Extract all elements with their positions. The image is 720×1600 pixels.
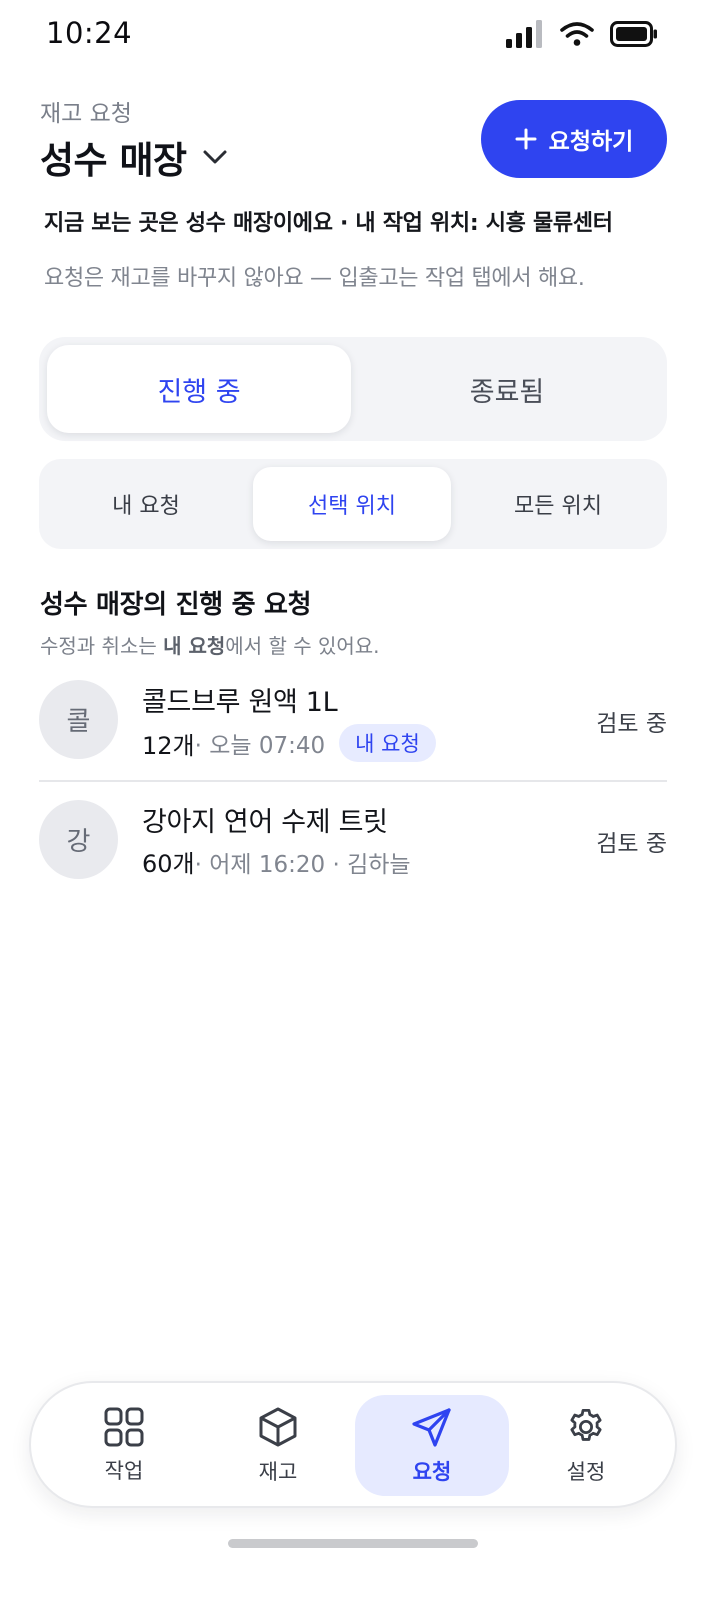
item-quantity: 12개 xyxy=(142,731,195,760)
plus-icon xyxy=(515,128,537,150)
hint-line: 요청은 재고를 바꾸지 않아요 — 입출고는 작업 탭에서 해요. xyxy=(44,266,585,291)
section-note-suffix: 에서 할 수 있어요. xyxy=(225,634,380,658)
item-name: 콜드브루 원액 1L xyxy=(142,687,338,718)
nav-item-work[interactable]: 작업 xyxy=(47,1395,201,1496)
tab-in-progress[interactable]: 진행 중 xyxy=(47,345,351,433)
page-title: 성수 매장 xyxy=(40,139,187,182)
section-title: 성수 매장의 진행 중 요청 xyxy=(40,590,312,620)
location-selector[interactable]: 성수 매장 xyxy=(40,130,229,184)
tab-all-locations[interactable]: 모든 위치 xyxy=(459,467,657,541)
item-meta: 12개 · 오늘 07:40 내 요청 xyxy=(142,724,436,762)
nav-item-settings[interactable]: 설정 xyxy=(509,1395,663,1496)
header-subtitle: 재고 요청 xyxy=(40,101,132,127)
chevron-down-icon xyxy=(203,150,227,164)
new-request-label: 요청하기 xyxy=(548,129,634,155)
item-quantity: 60개 xyxy=(142,850,195,878)
nav-label: 작업 xyxy=(104,1458,144,1483)
nav-item-requests[interactable]: 요청 xyxy=(355,1395,509,1496)
status-label: 검토 중 xyxy=(596,831,667,857)
list-item[interactable]: 콜 콜드브루 원액 1L 12개 · 오늘 07:40 내 요청 검토 중 xyxy=(39,670,667,770)
section-note: 수정과 취소는 내 요청에서 할 수 있어요. xyxy=(40,630,380,659)
list-item[interactable]: 강 강아지 연어 수제 트릿 60개 · 어제 16:20 · 김하늘 검토 중 xyxy=(39,790,667,890)
nav-label: 설정 xyxy=(566,1459,606,1484)
gear-icon xyxy=(570,1408,602,1441)
wifi-icon xyxy=(560,22,594,46)
clock: 10:24 xyxy=(46,16,133,50)
item-time: · 오늘 07:40 xyxy=(194,733,326,759)
avatar: 강 xyxy=(39,800,118,879)
scope-segmented-control: 내 요청 선택 위치 모든 위치 xyxy=(39,459,667,549)
bottom-nav: 작업 재고 요청 설정 xyxy=(29,1381,677,1508)
box-icon xyxy=(259,1407,297,1446)
home-indicator xyxy=(228,1539,478,1548)
section-note-bold: 내 요청 xyxy=(163,634,226,658)
send-icon xyxy=(412,1407,451,1447)
nav-label: 요청 xyxy=(412,1459,452,1484)
nav-item-inventory[interactable]: 재고 xyxy=(201,1395,355,1496)
avatar: 콜 xyxy=(39,680,118,759)
item-name: 강아지 연어 수제 트릿 xyxy=(142,807,388,838)
status-label: 검토 중 xyxy=(596,711,667,737)
section-note-prefix: 수정과 취소는 xyxy=(40,634,164,658)
status-bar: 10:24 xyxy=(0,0,720,68)
grid-icon xyxy=(104,1407,144,1446)
tab-selected-location[interactable]: 선택 위치 xyxy=(253,467,451,541)
status-segmented-control: 진행 중 종료됨 xyxy=(39,337,667,441)
tab-closed[interactable]: 종료됨 xyxy=(355,345,659,433)
battery-icon xyxy=(610,21,657,47)
divider xyxy=(39,780,667,782)
new-request-button[interactable]: 요청하기 xyxy=(481,100,667,178)
signal-icon xyxy=(506,20,542,48)
my-request-badge: 내 요청 xyxy=(339,724,436,762)
nav-label: 재고 xyxy=(258,1459,298,1484)
status-icons xyxy=(506,20,658,48)
item-meta: 60개 · 어제 16:20 · 김하늘 xyxy=(142,844,411,879)
context-line: 지금 보는 곳은 성수 매장이에요 · 내 작업 위치: 시흥 물류센터 xyxy=(44,211,613,236)
tab-my-requests[interactable]: 내 요청 xyxy=(47,467,245,541)
item-time-requester: · 어제 16:20 · 김하늘 xyxy=(194,851,411,878)
requests-screen: 10:24 재고 요청 성수 매장 요청하기 지금 보는 곳은 성수 매장이에요… xyxy=(0,0,720,1600)
